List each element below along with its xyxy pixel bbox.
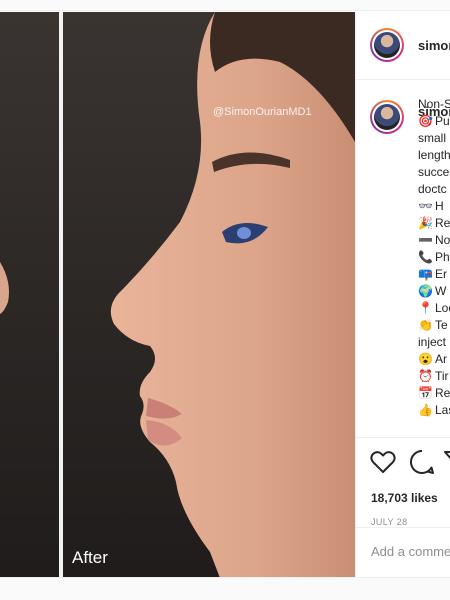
caption-emoji-icon: 🎯 [418,114,433,128]
heart-icon[interactable] [370,450,396,474]
caption-line: length [418,147,450,164]
post-caption: Non-S 🎯 Pu small length succe doctc 👓 H 🎉 Re ➖ No 📞 Ph… [356,96,450,436]
instagram-post-window: @SimonOurianMD1 After simon simor Non-S🎯… [0,0,450,600]
avatar-image [374,32,400,58]
caption-line: succe [418,164,449,181]
caption-text: length [418,148,450,162]
caption-text: Ph [435,250,450,264]
post-header: simon [356,12,450,80]
caption-text: Loc [435,301,450,315]
before-after-divider [59,12,63,578]
caption-line: 📅 Re [418,385,450,402]
caption-emoji-icon: 📅 [418,386,433,400]
post-photo[interactable]: @SimonOurianMD1 After [0,12,355,578]
caption-line: small [418,130,446,147]
post-sidebar: simon simor Non-S🎯Pusmalllengthsuccedoct… [355,12,450,578]
caption-text: W [435,284,447,298]
caption-line: ➖ No [418,232,450,249]
browser-top-edge [0,0,450,11]
header-avatar[interactable] [370,28,404,62]
caption-line: 👍Las [418,402,450,419]
caption-emoji-icon: 👓 [418,199,433,213]
after-label: After [72,548,108,567]
caption-text: succe [418,165,450,179]
caption-line: 🎯 Pu [418,113,450,130]
caption-line: 👓 H [418,198,444,215]
header-username[interactable]: simon [418,38,450,53]
caption-text: No [435,233,450,247]
caption-line: inject [418,334,446,351]
caption-line: 📞 Ph [418,249,450,266]
caption-emoji-icon: 📪 [418,267,433,281]
caption-text: Non-S [418,97,450,111]
caption-emoji-icon: 📍 [418,301,433,315]
caption-emoji-icon: 🎉 [418,216,433,230]
caption-emoji-icon: 👏 [418,318,433,332]
caption-emoji-icon: 😮 [418,352,433,366]
caption-emoji-icon: 👍 [418,403,433,417]
caption-text: Te [435,318,448,332]
caption-line: 📪 Er [418,266,447,283]
caption-emoji-icon: 🌍 [418,284,433,298]
photo-watermark: @SimonOurianMD1 [213,106,312,118]
caption-emoji-icon: ➖ [418,233,433,247]
post-date: JULY 28 [371,517,408,527]
browser-bottom-edge [0,577,450,600]
caption-text: small [418,131,447,145]
caption-text: Las [435,403,450,417]
caption-text: doctc [418,182,447,196]
caption-text: inject [418,335,447,349]
caption-text: Er [435,267,447,281]
caption-text: Tir [435,369,449,383]
comment-area [356,527,450,578]
caption-text: Re [435,216,450,230]
share-icon[interactable] [444,450,450,474]
comment-input[interactable] [371,544,450,559]
caption-line: 👏 Te [418,317,448,334]
caption-line: 🎉 Re [418,215,450,232]
caption-text: Pu [435,114,450,128]
before-after-photo [0,12,355,578]
caption-text: H [435,199,444,213]
caption-text: Re [435,386,450,400]
caption-text: Ar [435,352,447,366]
caption-line: doctc [418,181,447,198]
caption-emoji-icon: 📞 [418,250,433,264]
likes-count[interactable]: 18,703 likes [371,491,438,505]
comment-icon[interactable] [409,449,435,475]
caption-line: ⏰ Tir [418,368,449,385]
caption-line: Non-S [418,96,450,113]
caption-emoji-icon: ⏰ [418,369,433,383]
caption-line: 🌍 W [418,283,446,300]
caption-line: 😮 Ar [418,351,447,368]
caption-line: 📍Loc [418,300,450,317]
